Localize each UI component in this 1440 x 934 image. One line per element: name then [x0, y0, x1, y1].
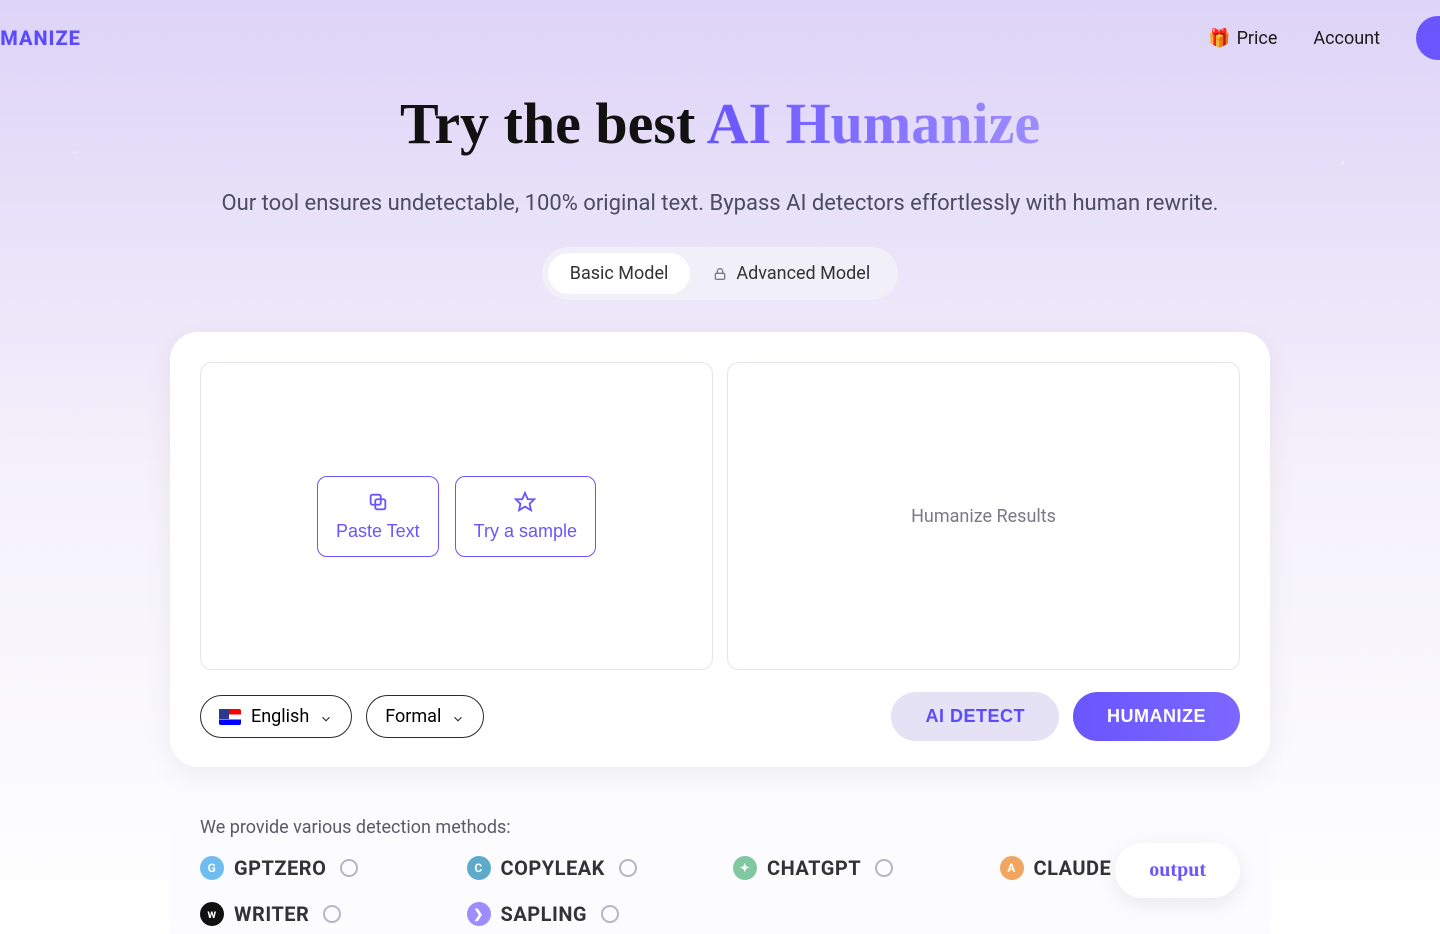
tone-select[interactable]: Formal [366, 695, 484, 738]
hero-title-plain: Try the best [400, 91, 707, 156]
status-ring-icon [875, 859, 893, 877]
output-pill[interactable]: output [1115, 843, 1240, 898]
detectors-grid: G GPTZERO C COPYLEAK ✦ CHATGPT A CLAUDE … [200, 856, 1240, 926]
language-label: English [251, 706, 309, 727]
try-sample-button[interactable]: Try a sample [455, 476, 596, 557]
detector-label: WRITER [234, 902, 309, 926]
ai-detect-button[interactable]: AI DETECT [891, 692, 1059, 741]
editor-panes: Paste Text Try a sample Humanize Results [200, 362, 1240, 670]
model-advanced-label: Advanced Model [736, 263, 870, 284]
input-pane[interactable]: Paste Text Try a sample [200, 362, 713, 670]
controls-row: English Formal AI DETECT HUMANIZE [200, 692, 1240, 741]
status-ring-icon [340, 859, 358, 877]
hero-title-gradient: AI Humanize [707, 91, 1041, 156]
hero-title: Try the best AI Humanize [0, 90, 1440, 157]
detectors-title: We provide various detection methods: [200, 817, 1240, 838]
header: UMANIZE 🎁 Price Account [0, 0, 1440, 76]
chevron-down-icon [451, 710, 465, 724]
status-ring-icon [323, 905, 341, 923]
detector-label: CHATGPT [767, 856, 861, 880]
detectors-strip: We provide various detection methods: G … [170, 795, 1270, 934]
controls-right: AI DETECT HUMANIZE [891, 692, 1240, 741]
detector-copyleak: C COPYLEAK [467, 856, 708, 880]
detector-badge-icon: ❯ [467, 902, 491, 926]
detector-badge-icon: w [200, 902, 224, 926]
humanize-button[interactable]: HUMANIZE [1073, 692, 1240, 741]
detector-chatgpt: ✦ CHATGPT [733, 856, 974, 880]
status-ring-icon [601, 905, 619, 923]
hero: Try the best AI Humanize Our tool ensure… [0, 76, 1440, 300]
model-toggle: Basic Model Advanced Model [542, 247, 898, 300]
star-icon [514, 491, 536, 513]
cta-pill[interactable] [1416, 16, 1440, 60]
detector-writer: w WRITER [200, 902, 441, 926]
account-link[interactable]: Account [1313, 28, 1380, 49]
nav-right: 🎁 Price Account [1208, 16, 1440, 60]
tone-label: Formal [385, 706, 441, 727]
us-flag-icon [219, 709, 241, 725]
detector-badge-icon: G [200, 856, 224, 880]
gift-icon: 🎁 [1208, 28, 1230, 49]
hero-subtitle: Our tool ensures undetectable, 100% orig… [0, 187, 1440, 221]
price-link[interactable]: 🎁 Price [1208, 28, 1277, 49]
editor-card: Paste Text Try a sample Humanize Results… [170, 332, 1270, 767]
detector-label: GPTZERO [234, 856, 326, 880]
try-sample-label: Try a sample [474, 521, 577, 542]
copy-icon [367, 491, 389, 513]
paste-text-label: Paste Text [336, 521, 420, 542]
detector-sapling: ❯ SAPLING [467, 902, 708, 926]
detector-badge-icon: A [1000, 856, 1024, 880]
controls-left: English Formal [200, 695, 484, 738]
price-label: Price [1237, 28, 1278, 49]
detector-label: CLAUDE [1034, 856, 1112, 880]
lock-icon [712, 266, 728, 282]
results-label: Humanize Results [911, 506, 1056, 527]
model-advanced[interactable]: Advanced Model [690, 253, 892, 294]
status-ring-icon [619, 859, 637, 877]
chevron-down-icon [319, 710, 333, 724]
paste-text-button[interactable]: Paste Text [317, 476, 439, 557]
detector-label: COPYLEAK [501, 856, 605, 880]
language-select[interactable]: English [200, 695, 352, 738]
detector-label: SAPLING [501, 902, 588, 926]
output-pane: Humanize Results [727, 362, 1240, 670]
model-basic[interactable]: Basic Model [548, 253, 691, 294]
detector-badge-icon: C [467, 856, 491, 880]
detector-badge-icon: ✦ [733, 856, 757, 880]
detector-gptzero: G GPTZERO [200, 856, 441, 880]
logo[interactable]: UMANIZE [0, 26, 81, 50]
